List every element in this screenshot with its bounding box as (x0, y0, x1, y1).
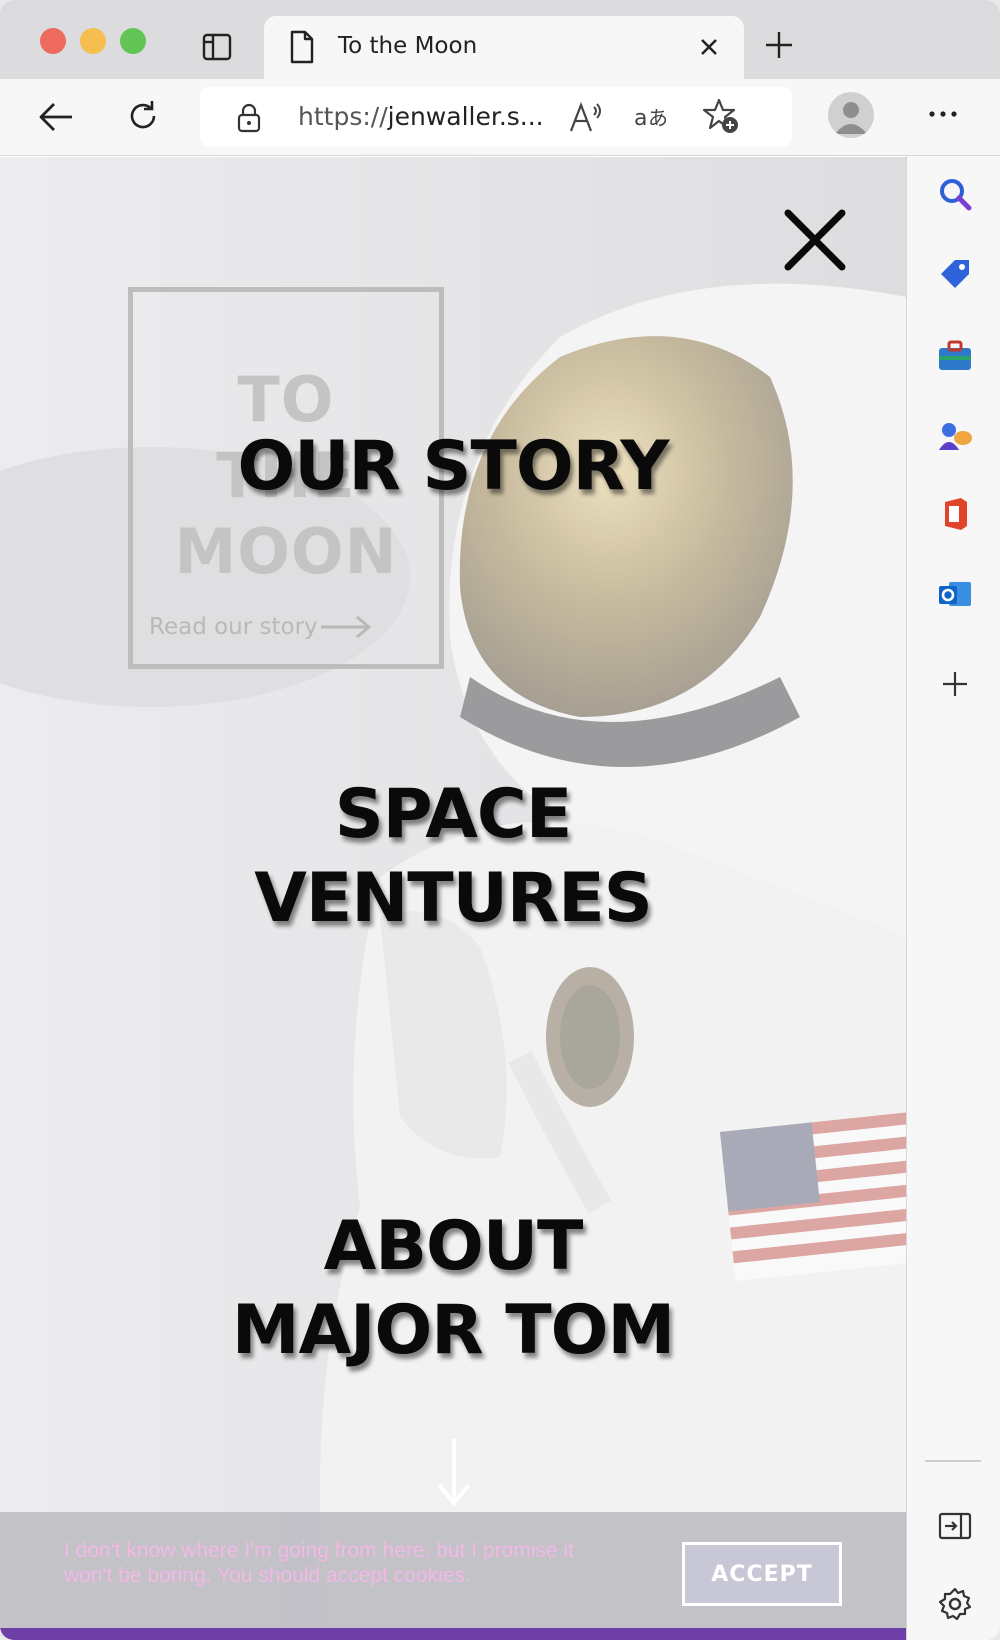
menu-item-label: ABOUT (323, 1207, 584, 1286)
more-icon[interactable] (928, 109, 958, 119)
close-window-button[interactable] (40, 28, 66, 54)
cookie-banner: I don't know where I'm going from here, … (0, 1512, 906, 1640)
svg-text:あ: あ (648, 106, 668, 130)
search-icon[interactable] (937, 176, 973, 212)
browser-window: To the Moon https://jenwaller.s... a あ T… (0, 0, 1000, 1640)
zoom-window-button[interactable] (120, 28, 146, 54)
shopping-tag-icon[interactable] (937, 256, 973, 292)
minimize-window-button[interactable] (80, 28, 106, 54)
back-icon[interactable] (38, 101, 74, 133)
read-story-link[interactable]: Read our story (149, 614, 318, 640)
url-prefix: https:// (298, 102, 388, 131)
add-favorite-icon[interactable] (702, 97, 740, 135)
lock-icon[interactable] (236, 103, 262, 133)
menu-item-label: OUR STORY (237, 427, 669, 506)
profile-avatar[interactable] (828, 92, 874, 138)
browser-side-panel (906, 156, 1000, 1640)
close-menu-icon[interactable] (782, 207, 848, 273)
browser-toolbar: https://jenwaller.s... a あ (0, 79, 1000, 156)
hero-title-line: MOON (174, 515, 398, 588)
settings-icon[interactable] (937, 1586, 973, 1622)
accept-cookies-button[interactable]: ACCEPT (682, 1542, 842, 1606)
address-bar[interactable]: https://jenwaller.s... a あ (200, 87, 792, 147)
tab-title: To the Moon (338, 33, 478, 59)
menu-item-label: SPACE (334, 775, 573, 854)
read-aloud-icon[interactable] (568, 101, 604, 133)
office-icon[interactable] (937, 496, 973, 532)
document-icon (290, 30, 314, 64)
menu-item-label: MAJOR TOM (231, 1291, 675, 1370)
web-content: TO THE MOON Read our story OUR STORY SPA… (0, 157, 906, 1640)
outlook-icon[interactable] (937, 576, 973, 612)
tab-strip: To the Moon (0, 0, 1000, 79)
reload-icon[interactable] (126, 99, 160, 133)
games-icon[interactable] (937, 418, 973, 454)
window-bottom-edge (0, 1628, 906, 1640)
split-screen-icon[interactable] (937, 1508, 973, 1544)
side-panel-divider (925, 1460, 981, 1462)
new-tab-icon[interactable] (764, 30, 794, 60)
profile-icon (835, 102, 867, 134)
arrow-down-icon[interactable] (436, 1437, 472, 1507)
url-host: jenwaller.s... (387, 102, 544, 131)
url-text: https://jenwaller.s... (298, 102, 544, 131)
menu-item-our-story[interactable]: OUR STORY (0, 425, 906, 509)
cookie-message: I don't know where I'm going from here, … (64, 1539, 574, 1587)
arrow-right-icon (321, 615, 372, 639)
sidebar-toggle-icon[interactable] (202, 33, 232, 61)
tab-active[interactable]: To the Moon (264, 16, 744, 79)
svg-text:a: a (634, 106, 647, 131)
menu-item-space-ventures[interactable]: SPACE VENTURES (0, 773, 906, 941)
menu-item-about-major-tom[interactable]: ABOUT MAJOR TOM (0, 1205, 906, 1373)
add-icon[interactable] (937, 666, 973, 702)
close-tab-icon[interactable] (696, 34, 722, 60)
translate-icon[interactable]: a あ (632, 101, 672, 133)
tools-icon[interactable] (937, 338, 973, 374)
menu-item-label: VENTURES (254, 859, 652, 938)
